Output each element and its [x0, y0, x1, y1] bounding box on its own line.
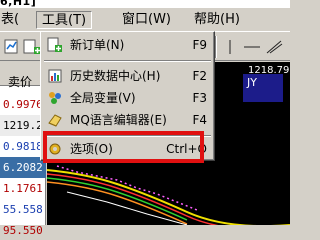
menu-item-new-order[interactable]: 新订单(N) F9 — [44, 34, 211, 56]
menu-item-label: 新订单(N) — [70, 38, 125, 52]
menu-help[interactable]: 帮助(H) — [189, 11, 245, 29]
menu-window[interactable]: 窗口(W) — [117, 11, 176, 29]
menu-item-label: 历史数据中心(H) — [70, 69, 161, 83]
menu-item-mq-editor[interactable]: MQ语言编辑器(E) F4 — [44, 109, 211, 131]
editor-icon — [47, 112, 63, 128]
menu-item-shortcut: F2 — [192, 69, 207, 83]
menu-item-history-center[interactable]: 历史数据中心(H) F2 — [44, 65, 211, 87]
new-chart-icon[interactable] — [2, 37, 22, 57]
menu-bar: 表( 工具(T) 窗口(W) 帮助(H) — [0, 8, 290, 31]
global-variables-icon — [47, 90, 63, 106]
menu-item-shortcut: F4 — [192, 113, 207, 127]
trendline-icon[interactable] — [264, 37, 284, 57]
menu-item-global-variables[interactable]: 全局变量(V) F3 — [44, 87, 211, 109]
menu-item-shortcut: F3 — [192, 91, 207, 105]
highlight-box — [43, 131, 204, 163]
menu-tools[interactable]: 工具(T) — [36, 11, 93, 29]
chart-add-icon[interactable] — [22, 37, 42, 57]
history-center-icon — [47, 68, 63, 84]
market-row[interactable]: 55.558 — [0, 199, 46, 220]
menu-item-label: 全局变量(V) — [70, 91, 136, 105]
toolbar-separator — [215, 36, 217, 58]
market-row[interactable]: 95.550 — [0, 220, 46, 240]
new-order-icon — [47, 37, 63, 53]
menu-separator — [44, 60, 211, 62]
menu-item-label: MQ语言编辑器(E) — [70, 113, 167, 127]
menu-view[interactable]: 表( — [0, 11, 24, 29]
market-row[interactable]: 1.1761 — [0, 178, 46, 199]
horizontal-line-icon[interactable] — [242, 37, 262, 57]
bid-column-header: 卖价 — [8, 75, 33, 89]
vertical-line-icon[interactable] — [220, 37, 240, 57]
window-title-fragment: 6,H1] — [0, 0, 37, 8]
window-title-strip: 6,H1] — [0, 0, 290, 8]
menu-item-shortcut: F9 — [192, 38, 207, 52]
